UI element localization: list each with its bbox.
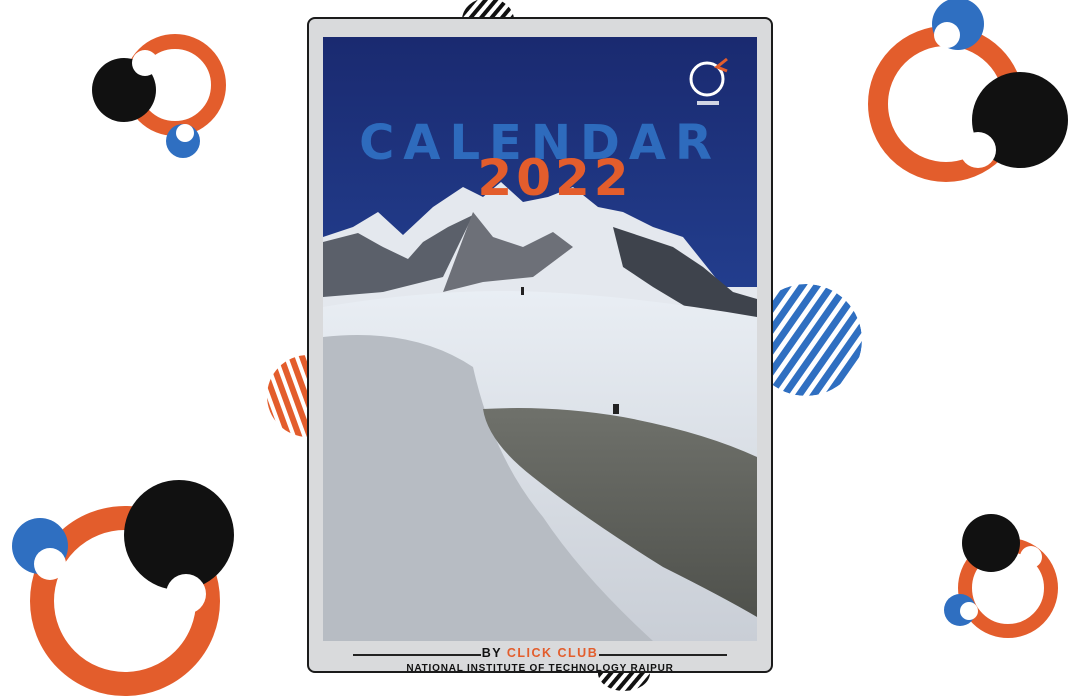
decor-top-left bbox=[90, 30, 230, 160]
calendar-year: 2022 bbox=[477, 149, 633, 207]
decor-top-right bbox=[860, 0, 1075, 195]
decor-bottom-left bbox=[10, 480, 240, 696]
click-club-logo-icon bbox=[687, 57, 735, 109]
striped-circle-blue bbox=[770, 284, 862, 396]
poster-footer: BY CLICK CLUB NATIONAL INSTITUTE OF TECH… bbox=[323, 643, 757, 673]
club-name: CLICK CLUB bbox=[506, 646, 599, 660]
by-prefix: BY bbox=[481, 646, 502, 660]
decor-bottom-right bbox=[940, 510, 1070, 645]
institute-name: NATIONAL INSTITUTE OF TECHNOLOGY RAIPUR bbox=[406, 663, 674, 673]
calendar-cover: CALENDAR 2022 BY CLICK CLUB NATIONAL INS… bbox=[307, 17, 773, 673]
striped-circle-bottom bbox=[598, 673, 650, 691]
credit-line: BY CLICK CLUB bbox=[323, 646, 757, 660]
striped-circle-orange bbox=[267, 355, 310, 437]
mountain-lake-photo: CALENDAR 2022 bbox=[323, 37, 757, 641]
